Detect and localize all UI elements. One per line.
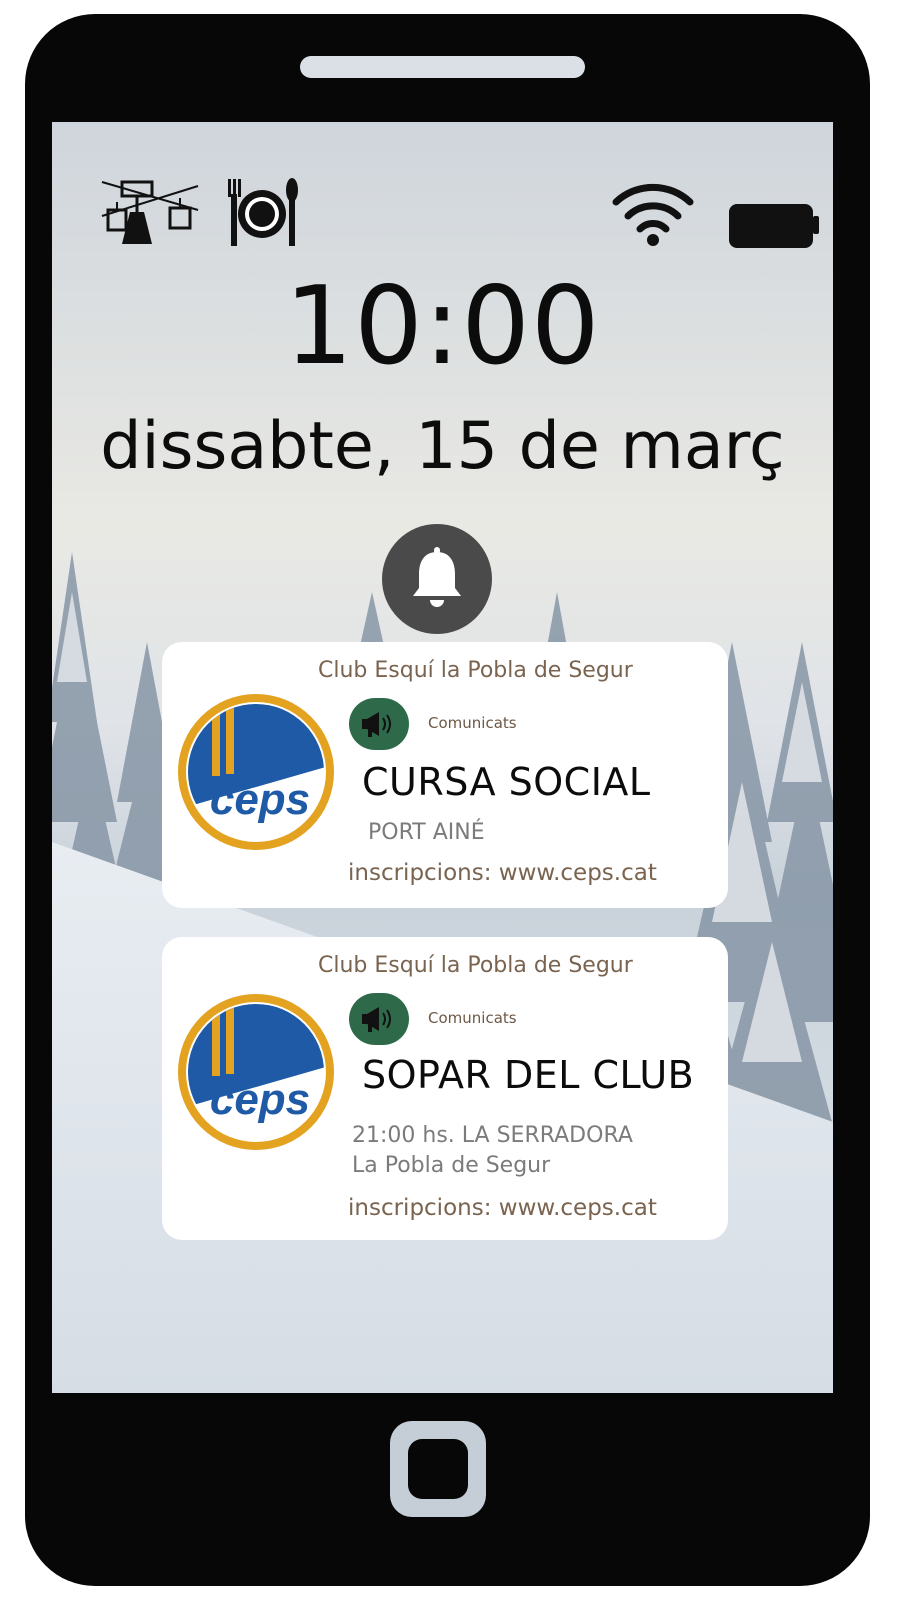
lock-screen-time: 10:00: [284, 264, 601, 389]
notification-card[interactable]: Club Esquí la Pobla de Segur ceps Comuni…: [162, 642, 728, 908]
lock-screen: 10:00 dissabte, 15 de març Club Esquí la…: [52, 122, 833, 1393]
lock-screen-date: dissabte, 15 de març: [100, 409, 785, 484]
home-button[interactable]: [390, 1421, 486, 1517]
category-badge: [349, 698, 409, 750]
notification-title: CURSA SOCIAL: [362, 760, 651, 804]
notification-category: Comunicats: [428, 714, 517, 732]
megaphone-icon: [362, 1007, 391, 1032]
notification-detail: La Pobla de Segur: [352, 1153, 551, 1178]
ceps-logo-text: ceps: [210, 775, 310, 824]
notification-detail: PORT AINÉ: [368, 820, 485, 845]
phone-speaker: [300, 56, 585, 78]
ceps-logo: ceps: [178, 694, 334, 850]
phone-frame: 10:00 dissabte, 15 de març Club Esquí la…: [25, 14, 870, 1586]
notification-title: SOPAR DEL CLUB: [362, 1053, 695, 1097]
battery-icon: [729, 204, 819, 248]
megaphone-icon: [362, 712, 391, 737]
ceps-logo: ceps: [178, 994, 334, 1150]
notification-bell-button[interactable]: [382, 524, 492, 634]
notification-category: Comunicats: [428, 1009, 517, 1027]
wifi-icon: [612, 183, 694, 246]
notification-link[interactable]: inscripcions: www.ceps.cat: [348, 860, 657, 886]
notification-detail: 21:00 hs. LA SERRADORA: [352, 1123, 633, 1148]
notification-club-name: Club Esquí la Pobla de Segur: [318, 658, 633, 683]
ski-lift-icon: [101, 180, 199, 244]
dining-plate-icon: [228, 178, 298, 246]
category-badge: [349, 993, 409, 1045]
ceps-logo-text: ceps: [210, 1075, 310, 1124]
notification-club-name: Club Esquí la Pobla de Segur: [318, 953, 633, 978]
home-button-inner: [408, 1439, 468, 1499]
notification-link[interactable]: inscripcions: www.ceps.cat: [348, 1195, 657, 1221]
notification-card[interactable]: Club Esquí la Pobla de Segur ceps Comuni…: [162, 937, 728, 1240]
bell-icon: [413, 547, 461, 607]
